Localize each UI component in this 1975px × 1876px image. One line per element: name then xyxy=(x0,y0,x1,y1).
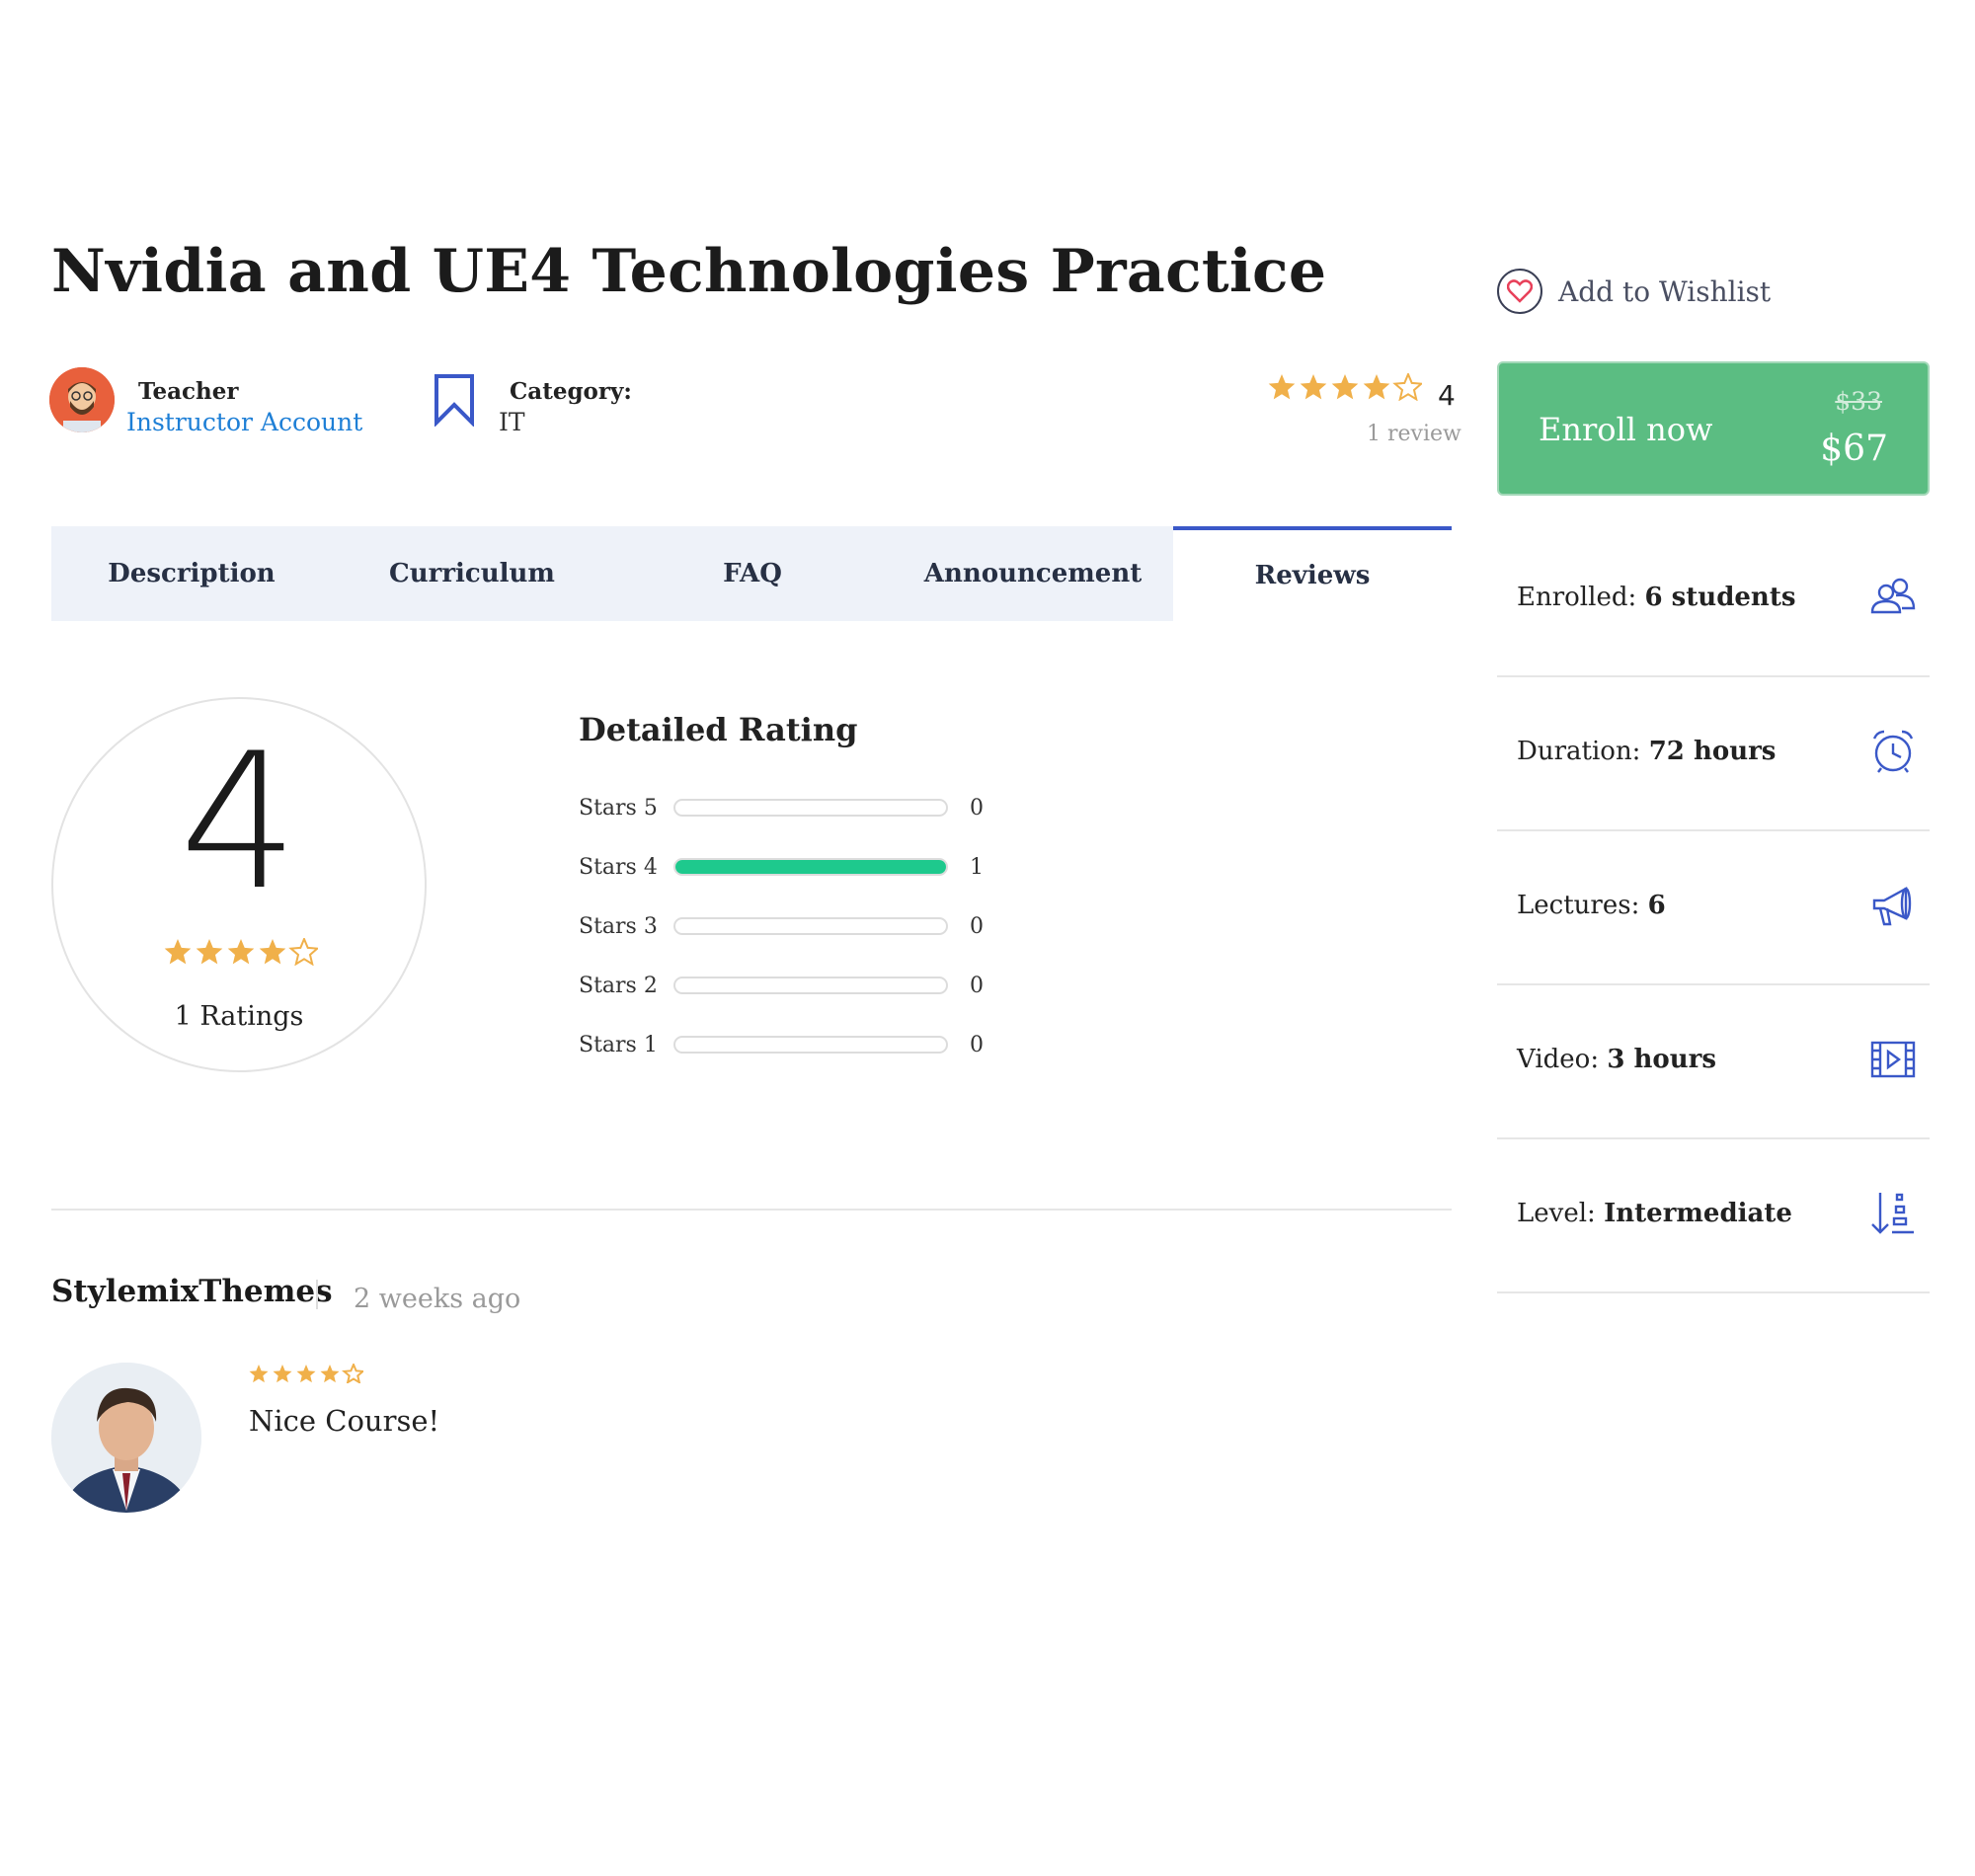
wishlist-label: Add to Wishlist xyxy=(1558,274,1772,308)
tab-faq[interactable]: FAQ xyxy=(612,526,893,621)
average-rating-circle: 4 1 Ratings xyxy=(51,697,427,1072)
rating-bar-count: 0 xyxy=(970,1033,984,1057)
info-value: Intermediate xyxy=(1604,1199,1792,1228)
star-filled-icon xyxy=(1300,374,1327,400)
average-rating-value: 4 xyxy=(179,713,299,931)
info-label: Duration: xyxy=(1517,737,1641,766)
info-value: 6 students xyxy=(1644,583,1796,612)
rating-bar-count: 0 xyxy=(970,974,984,998)
header-rating-stars xyxy=(1268,373,1422,405)
rating-bar-track xyxy=(673,799,948,817)
rating-bar-label: Stars 1 xyxy=(579,1033,658,1057)
info-label: Lectures: xyxy=(1517,891,1640,920)
info-value: 72 hours xyxy=(1648,737,1777,766)
header-rating-value: 4 xyxy=(1438,379,1456,412)
price: $67 xyxy=(1820,429,1888,469)
level-sort-icon xyxy=(1868,1189,1918,1238)
tab-curriculum[interactable]: Curriculum xyxy=(332,526,612,621)
star-filled-icon xyxy=(227,939,255,965)
star-filled-icon xyxy=(249,1365,269,1383)
rating-bar-fill xyxy=(675,860,946,874)
rating-bar-track xyxy=(673,917,948,935)
teacher-avatar[interactable] xyxy=(49,367,115,432)
info-value: 3 hours xyxy=(1607,1045,1716,1074)
detailed-rating-title: Detailed Rating xyxy=(579,711,858,748)
users-icon xyxy=(1868,573,1918,622)
info-label: Enrolled: xyxy=(1517,583,1637,612)
alarm-clock-icon xyxy=(1868,727,1918,776)
category-value[interactable]: IT xyxy=(499,408,525,436)
megaphone-icon xyxy=(1868,881,1918,930)
star-filled-icon xyxy=(273,1365,292,1383)
rating-bar-track xyxy=(673,977,948,994)
rating-bar-label: Stars 5 xyxy=(579,796,658,821)
enroll-label: Enroll now xyxy=(1539,411,1713,448)
add-to-wishlist[interactable]: Add to Wishlist xyxy=(1497,269,1771,314)
rating-bar-count: 1 xyxy=(970,855,984,880)
rating-bar-label: Stars 4 xyxy=(579,855,658,880)
info-duration: Duration: 72 hours xyxy=(1497,677,1930,831)
rating-bar-count: 0 xyxy=(970,914,984,939)
info-lectures: Lectures: 6 xyxy=(1497,831,1930,985)
tab-description[interactable]: Description xyxy=(51,526,332,621)
reviewer-avatar xyxy=(51,1363,201,1513)
info-video: Video: 3 hours xyxy=(1497,985,1930,1139)
review-count[interactable]: 1 review xyxy=(1367,422,1462,446)
info-label: Level: xyxy=(1517,1199,1596,1228)
ratings-count: 1 Ratings xyxy=(174,1001,304,1032)
review-text: Nice Course! xyxy=(249,1404,440,1438)
category-label: Category: xyxy=(510,378,632,405)
star-filled-icon xyxy=(1363,374,1390,400)
teacher-name-link[interactable]: Instructor Account xyxy=(126,408,362,436)
rating-bar-count: 0 xyxy=(970,796,984,821)
star-filled-icon xyxy=(196,939,223,965)
rating-bar-row: Stars 3 0 xyxy=(579,912,1033,942)
info-level: Level: Intermediate xyxy=(1497,1139,1930,1293)
teacher-label: Teacher xyxy=(138,378,239,405)
enroll-button[interactable]: Enroll now $33 $67 xyxy=(1497,361,1930,496)
review-stars xyxy=(249,1364,363,1387)
rating-bar-track xyxy=(673,1036,948,1054)
tab-announcement[interactable]: Announcement xyxy=(893,526,1173,621)
film-icon xyxy=(1868,1035,1918,1084)
star-filled-icon xyxy=(296,1365,316,1383)
star-filled-icon xyxy=(1268,374,1296,400)
info-value: 6 xyxy=(1647,891,1666,920)
course-title: Nvidia and UE4 Technologies Practice xyxy=(51,237,1327,306)
old-price: $33 xyxy=(1835,387,1882,416)
star-empty-icon xyxy=(288,938,318,966)
star-filled-icon xyxy=(164,939,192,965)
rating-bar-row: Stars 1 0 xyxy=(579,1031,1033,1060)
star-empty-icon xyxy=(342,1364,363,1383)
star-filled-icon xyxy=(1331,374,1359,400)
average-rating-stars xyxy=(164,938,318,970)
bookmark-icon xyxy=(433,373,476,430)
star-filled-icon xyxy=(320,1365,340,1383)
review-date: 2 weeks ago xyxy=(354,1284,521,1314)
star-filled-icon xyxy=(259,939,286,965)
heart-icon xyxy=(1497,269,1542,314)
section-divider xyxy=(51,1209,1452,1211)
rating-bar-row: Stars 2 0 xyxy=(579,972,1033,1001)
info-enrolled: Enrolled: 6 students xyxy=(1497,523,1930,677)
info-label: Video: xyxy=(1517,1045,1600,1074)
course-tabs: Description Curriculum FAQ Announcement … xyxy=(51,526,1452,621)
rating-bar-label: Stars 3 xyxy=(579,914,658,939)
tab-reviews[interactable]: Reviews xyxy=(1173,526,1452,621)
review-author: StylemixThemes xyxy=(51,1274,333,1309)
rating-bar-row: Stars 5 0 xyxy=(579,794,1033,823)
rating-bar-row: Stars 4 1 xyxy=(579,853,1033,883)
star-empty-icon xyxy=(1392,373,1422,401)
review-separator xyxy=(316,1280,318,1309)
rating-bar-track xyxy=(673,858,948,876)
rating-bar-label: Stars 2 xyxy=(579,974,658,998)
